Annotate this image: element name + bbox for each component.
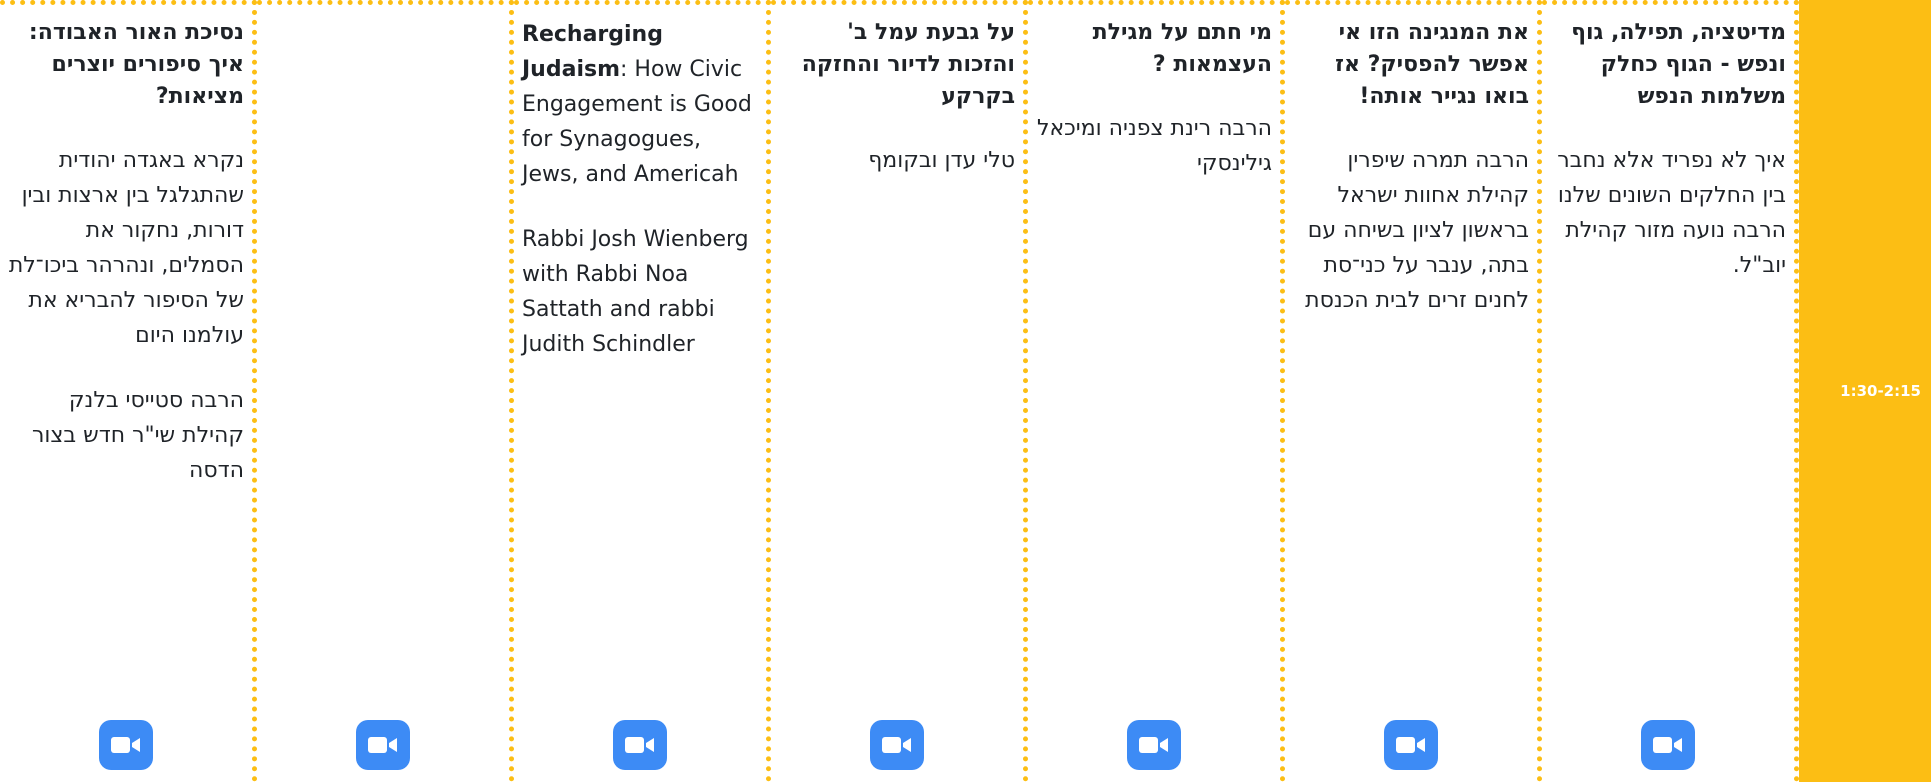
time-slot-cell: 1:30-2:15 [1799,0,1931,782]
session-title: את המנגינה הזו אי אפשר להפסיק? אז בואו נ… [1335,20,1529,109]
session-speaker: הרבה סטייסי בלנק קהילת שי"ר חדש בצור הדס… [31,388,244,483]
zoom-join-button[interactable] [356,720,410,770]
zoom-video-icon [368,737,397,753]
session-description: איך לא נפריד אלא נחבר בין החלקים השונים … [1557,148,1786,208]
session-title: על גבעת עמל ב' והזכות לדיור והחזקה בקרקע [801,20,1015,109]
session-card-independence-scroll: מי חתם על מגילת העצמאות ? הרבה רינת צפני… [1028,0,1285,782]
time-slot-label: 1:30-2:15 [1840,382,1921,400]
session-speaker: Rabbi Josh Wienberg with Rabbi Noa Satta… [522,227,749,357]
zoom-video-icon [1653,737,1682,753]
session-description: נקרא באגדה יהודית שהתגלגל בין ארצות ובין… [8,148,244,348]
zoom-video-icon [1139,737,1168,753]
session-title: מי חתם על מגילת העצמאות ? [1092,20,1272,77]
session-title: מדיטציה, תפילה, גוף ונפש - הגוף כחלק משל… [1571,20,1786,109]
session-card-empty [257,0,514,782]
session-card-recharging-judaism: Recharging Judaism: How Civic Engagement… [514,0,771,782]
zoom-video-icon [1396,737,1425,753]
session-card-lost-princess: נסיכת האור האבודה: איך סיפורים יוצרים מצ… [0,0,257,782]
session-title: נסיכת האור האבודה: איך סיפורים יוצרים מצ… [28,20,244,109]
zoom-video-icon [625,737,654,753]
zoom-video-icon [882,737,911,753]
session-speaker: הרבה נועה מזור קהילת יוב"ל. [1565,218,1786,278]
session-speaker: הרבה תמרה שיפרין קהילת אחוות ישראל בראשו… [1305,148,1529,313]
zoom-join-button[interactable] [1127,720,1181,770]
zoom-join-button[interactable] [1384,720,1438,770]
schedule-row: 1:30-2:15 מדיטציה, תפילה, גוף ונפש - הגו… [0,0,1931,782]
session-title: Recharging Judaism: How Civic Engagement… [522,17,758,192]
zoom-join-button[interactable] [1641,720,1695,770]
zoom-join-button[interactable] [613,720,667,770]
session-card-housing: על גבעת עמל ב' והזכות לדיור והחזקה בקרקע… [771,0,1028,782]
session-card-meditation: מדיטציה, תפילה, גוף ונפש - הגוף כחלק משל… [1542,0,1799,782]
zoom-join-button[interactable] [99,720,153,770]
session-card-melody: את המנגינה הזו אי אפשר להפסיק? אז בואו נ… [1285,0,1542,782]
session-speaker: הרבה רינת צפניה ומיכאל גילינסקי [1036,116,1272,176]
zoom-video-icon [111,737,140,753]
session-speaker: טלי עדן ובקומף [868,148,1015,173]
zoom-join-button[interactable] [870,720,924,770]
